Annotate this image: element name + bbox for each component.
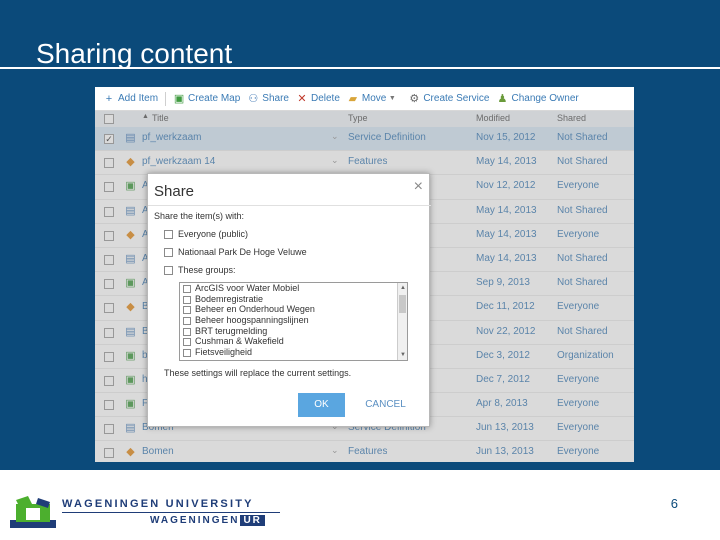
share-dialog: Share × Share the item(s) with: Everyone…	[147, 173, 431, 427]
move-button[interactable]: ▰ Move ▼	[347, 93, 401, 105]
folder-icon: ▰	[348, 92, 358, 105]
create-map-button[interactable]: ▣ Create Map	[173, 93, 240, 105]
group-checkbox[interactable]	[183, 295, 191, 304]
option-groups[interactable]: These groups:	[164, 265, 236, 275]
share-with-label: Share the item(s) with:	[154, 211, 245, 221]
group-checkbox[interactable]	[183, 317, 191, 326]
add-item-label: Add Item	[118, 93, 159, 104]
slide-title: Sharing content	[36, 38, 233, 69]
university-logo: WAGENINGEN UNIVERSITY WAGENINGEN UR	[10, 494, 280, 534]
group-item[interactable]: Beheer hoogspanningslijnen	[180, 315, 407, 326]
create-service-button[interactable]: ⚙ Create Service	[408, 93, 489, 105]
logo-wageningen-text: WAGENINGEN	[150, 515, 240, 526]
group-checkbox[interactable]	[183, 285, 191, 293]
everyone-checkbox[interactable]	[164, 229, 173, 239]
scroll-up-icon[interactable]: ▲	[398, 283, 407, 293]
scroll-down-icon[interactable]: ▼	[398, 350, 407, 360]
groups-checkbox[interactable]	[164, 265, 173, 275]
group-label: Beheer hoogspanningslijnen	[195, 315, 309, 326]
option-everyone-label: Everyone (public)	[178, 229, 249, 239]
logo-ur-line: WAGENINGEN UR	[150, 515, 265, 526]
add-item-button[interactable]: + Add Item	[103, 93, 158, 105]
share-button[interactable]: ⚇ Share	[247, 93, 289, 105]
create-map-label: Create Map	[188, 93, 241, 104]
replace-settings-note: These settings will replace the current …	[164, 368, 352, 378]
change-owner-label: Change Owner	[511, 93, 579, 104]
share-label: Share	[262, 93, 289, 104]
group-item[interactable]: Cushman & Wakefield	[180, 336, 407, 347]
group-label: BRT terugmelding	[195, 325, 268, 336]
dialog-divider	[148, 205, 431, 206]
group-checkbox[interactable]	[183, 306, 191, 315]
scroll-thumb[interactable]	[399, 295, 406, 313]
gear-icon: ⚙	[409, 92, 420, 105]
group-checkbox[interactable]	[183, 327, 191, 336]
dialog-title: Share	[154, 183, 195, 200]
delete-label: Delete	[310, 93, 340, 104]
close-icon[interactable]: ×	[414, 178, 423, 196]
delete-button[interactable]: ✕ Delete	[296, 93, 340, 105]
group-item[interactable]: ArcGIS voor Water Mobiel	[180, 283, 407, 294]
groups-scrollbar[interactable]: ▲ ▼	[397, 283, 407, 360]
group-label: Bodemregistratie	[195, 293, 264, 304]
move-label: Move	[361, 93, 387, 104]
group-label: Beheer en Onderhoud Wegen	[195, 304, 315, 315]
content-toolbar: + Add Item ▣ Create Map ⚇ Share ✕ Delete ▰ Mo…	[95, 87, 634, 111]
toolbar-divider	[165, 91, 167, 106]
group-checkbox[interactable]	[183, 338, 191, 347]
chevron-down-icon: ▼	[388, 94, 396, 102]
ok-button[interactable]: OK	[298, 393, 345, 417]
groups-list[interactable]: ArcGIS voor Water Mobiel Bodemregistratie…	[179, 282, 408, 361]
organization-checkbox[interactable]	[164, 247, 173, 257]
option-organization-label: Nationaal Park De Hoge Veluwe	[178, 247, 307, 257]
title-underline	[0, 67, 720, 69]
group-label: Fietsveiligheid	[195, 347, 253, 358]
create-service-label: Create Service	[423, 93, 490, 104]
group-label: Cushman & Wakefield	[195, 336, 284, 347]
user-icon: ♟	[497, 92, 508, 105]
option-everyone[interactable]: Everyone (public)	[164, 229, 248, 239]
add-icon: +	[105, 92, 113, 105]
slide-footer: WAGENINGEN UNIVERSITY WAGENINGEN UR 6	[0, 470, 720, 540]
map-icon: ▣	[173, 92, 185, 105]
group-item[interactable]: Beheer en Onderhoud Wegen	[180, 304, 407, 315]
group-item[interactable]: BRT terugmelding	[180, 326, 407, 337]
logo-ur-text: UR	[240, 515, 265, 526]
logo-divider	[62, 512, 280, 513]
share-icon: ⚇	[248, 92, 259, 105]
logo-university-text: WAGENINGEN UNIVERSITY	[62, 498, 254, 510]
group-item[interactable]: Fietsveiligheid	[180, 347, 407, 358]
group-item[interactable]: Bodemregistratie	[180, 294, 407, 305]
logo-mark-icon	[10, 496, 56, 528]
change-owner-button[interactable]: ♟ Change Owner	[496, 92, 579, 105]
group-label: ArcGIS voor Water Mobiel	[195, 283, 300, 293]
option-groups-label: These groups:	[178, 265, 236, 275]
group-checkbox[interactable]	[183, 349, 191, 358]
cancel-button[interactable]: CANCEL	[358, 393, 413, 417]
delete-icon: ✕	[297, 92, 307, 105]
option-organization[interactable]: Nationaal Park De Hoge Veluwe	[164, 247, 307, 257]
page-number: 6	[670, 496, 678, 511]
